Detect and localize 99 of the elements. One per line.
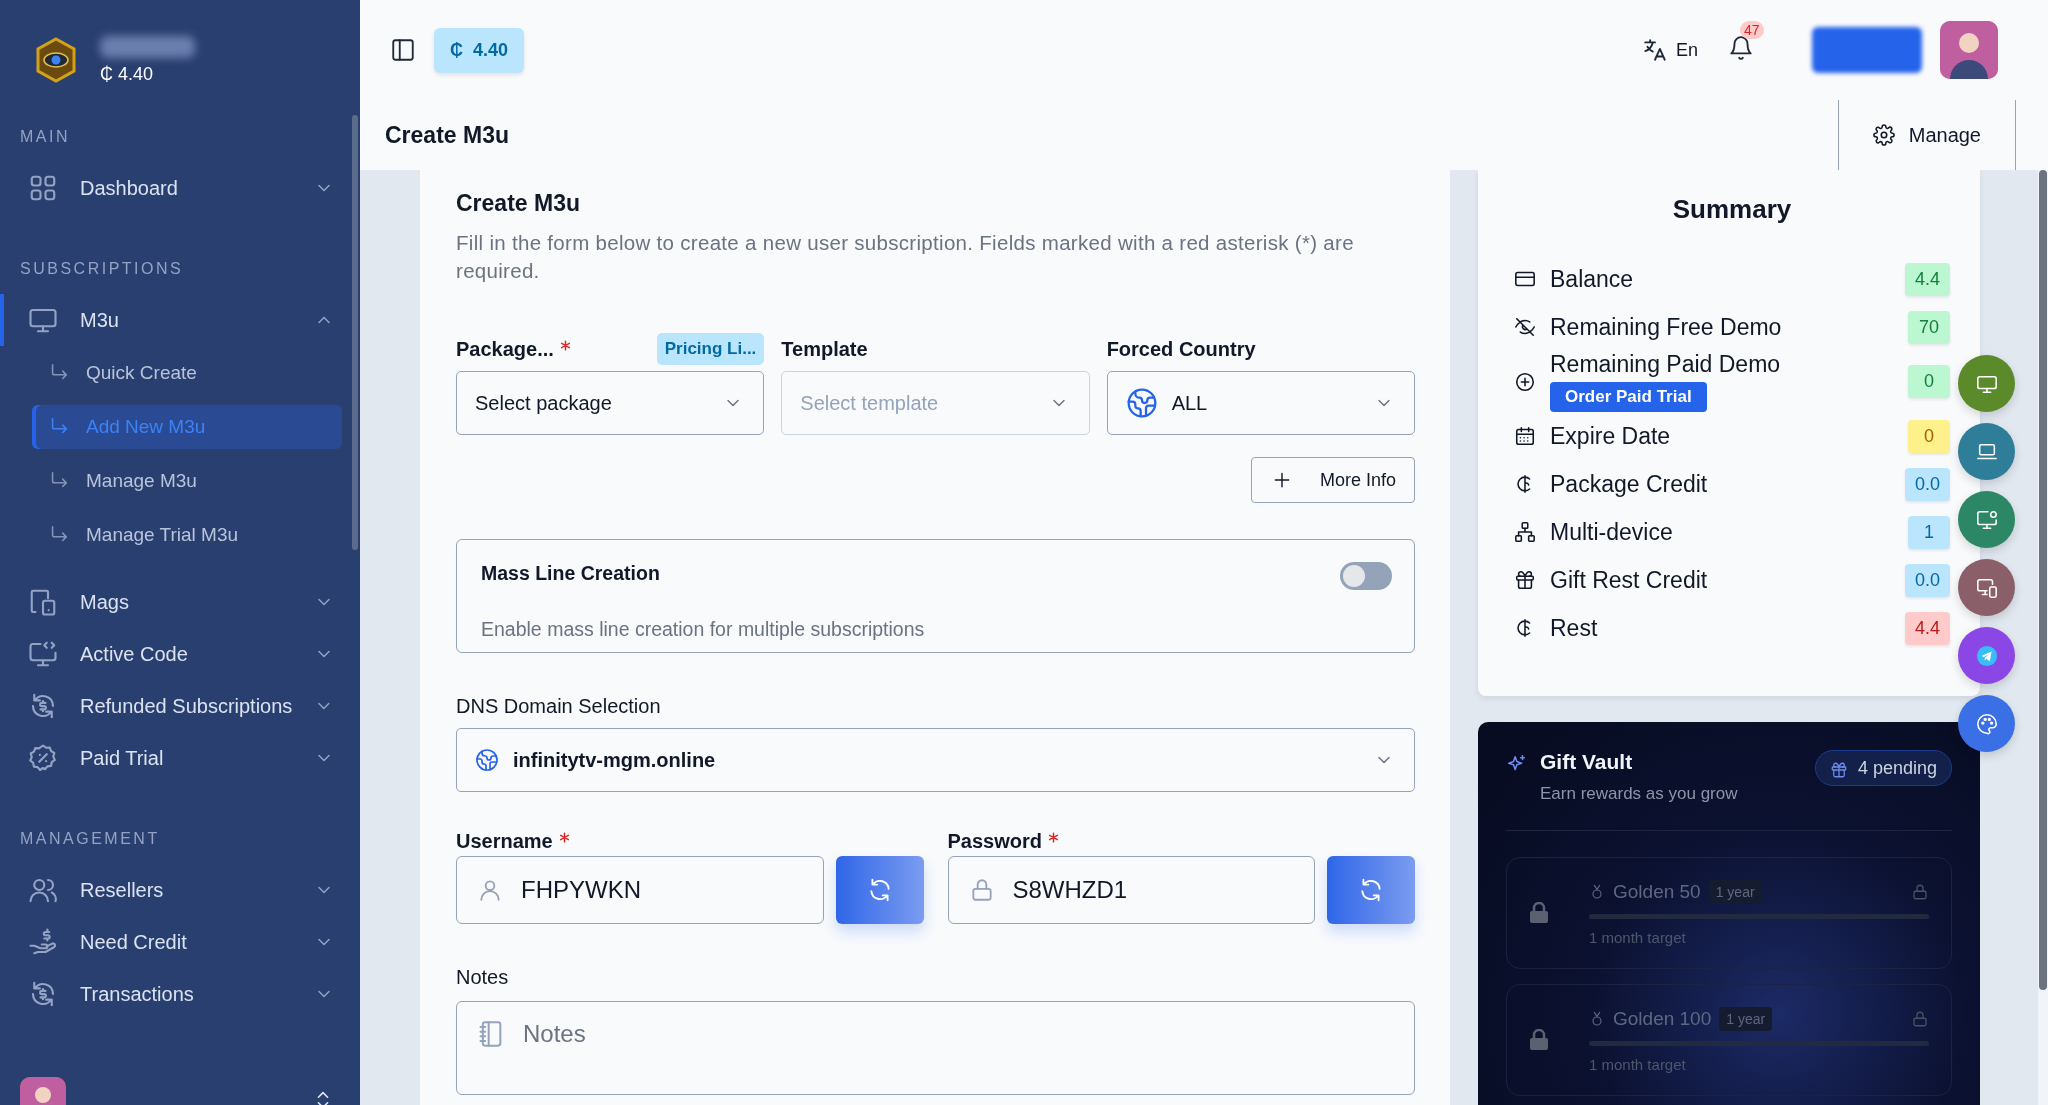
pending-badge: 4 pending (1814, 750, 1952, 786)
summary-value: 0.0 (1904, 467, 1950, 501)
credit-badge: ₵ 4.40 (434, 27, 525, 73)
nav-item[interactable]: Mags (0, 576, 354, 628)
settings-icon (1872, 124, 1895, 146)
page-title: Create M3u (385, 121, 510, 149)
section-heading: SUBSCRIPTIONS (19, 260, 185, 278)
network-icon (1514, 521, 1536, 543)
summary-title: Summary (1671, 194, 1793, 225)
summary-label: Multi-device (1550, 518, 1673, 546)
monitor-dot-icon (1975, 508, 1998, 531)
calendar-icon (1514, 425, 1536, 447)
reward-name: Golden 100 (1613, 1008, 1712, 1030)
country-select[interactable]: ALL (1106, 371, 1415, 435)
hand-coin-icon (28, 927, 58, 957)
monitor-code-icon (28, 639, 58, 669)
balance-text: ₵ 4.40 (100, 63, 155, 85)
devices-icon (1975, 576, 1998, 599)
field-label: Package... (456, 337, 554, 361)
field-label: Username (456, 829, 553, 853)
reward-target: 1 month target (1589, 1056, 1687, 1073)
nav-subitem[interactable]: Quick Create (32, 351, 342, 395)
nav-item[interactable]: Refunded Subscriptions (0, 680, 354, 732)
package-select[interactable]: Select package (456, 371, 765, 435)
field-label: DNS Domain Selection (456, 695, 662, 718)
panel-description: Enable mass line creation for multiple subscriptions (481, 617, 926, 642)
dns-select[interactable]: infinitytv-mgm.online (456, 728, 1415, 792)
panel-title: Mass Line Creation (481, 562, 661, 586)
pricing-link[interactable]: Pricing Li... (656, 333, 765, 365)
medal-icon (1589, 884, 1605, 900)
scrollbar[interactable] (2039, 170, 2047, 990)
send-icon (1975, 644, 1998, 667)
nav-item[interactable]: Dashboard (0, 162, 354, 214)
percent-badge-icon (28, 743, 58, 773)
summary-value: 1 (1908, 515, 1950, 549)
avatar-icon[interactable] (1940, 21, 1998, 79)
medal-icon (1589, 1011, 1605, 1027)
floating-button[interactable] (1958, 695, 2015, 752)
summary-value: 4.4 (1904, 262, 1950, 296)
summary-value: 0.0 (1904, 563, 1950, 597)
gift-icon (1829, 761, 1848, 779)
plus-circle-icon (1514, 370, 1536, 393)
lock-icon (1911, 883, 1929, 901)
summary-label: Remaining Paid Demo (1550, 351, 1781, 378)
nav-item[interactable]: Paid Trial (0, 732, 354, 784)
vault-title: Gift Vault (1540, 750, 1634, 774)
lock-icon (1911, 1010, 1929, 1028)
password-field[interactable]: S8WHZD1 (947, 856, 1315, 924)
more-info-button[interactable]: More Info (1250, 457, 1415, 503)
summary-label: Package Credit (1550, 470, 1708, 498)
nav-item[interactable]: M3u (0, 294, 354, 346)
username-field[interactable]: FHPYWKN (456, 856, 824, 924)
summary-label: Gift Rest Credit (1550, 566, 1708, 594)
summary-value: 0 (1908, 419, 1950, 453)
refresh-button[interactable] (1327, 856, 1415, 924)
nav-item[interactable]: Need Credit (0, 916, 354, 968)
notes-field[interactable]: Notes (456, 1001, 1415, 1095)
user-icon (477, 877, 503, 903)
scrollbar[interactable] (352, 115, 358, 550)
summary-label: Expire Date (1550, 422, 1671, 450)
field-label: Template (781, 337, 868, 361)
nav-subitem[interactable]: Manage M3u (32, 459, 342, 503)
form-title: Create M3u (456, 190, 581, 217)
summary-value: 70 (1908, 310, 1950, 344)
gift-icon (1514, 569, 1536, 591)
period-tag: 1 year (1719, 1007, 1773, 1031)
bell-icon (1728, 35, 1754, 61)
summary-label: Balance (1550, 265, 1634, 293)
field-label: Forced Country (1106, 337, 1256, 361)
form-description: Fill in the form below to create a new user subscription. Fields marked with a red asterisk (*) are required. (456, 230, 1355, 284)
sidebar-toggle-icon (390, 37, 416, 63)
summary-value: 0 (1908, 365, 1950, 398)
nav-subitem[interactable]: Manage Trial M3u (32, 513, 342, 557)
nav-item[interactable]: Active Code (0, 628, 354, 680)
field-label: Notes (456, 966, 510, 989)
refresh-button[interactable] (835, 856, 924, 924)
nav-item[interactable]: Resellers (0, 864, 354, 916)
section-heading: MANAGEMENT (19, 830, 161, 848)
dashboard-icon (28, 173, 58, 203)
reward-name: Golden 50 (1613, 881, 1701, 903)
vault-subtitle: Earn rewards as you grow (1540, 784, 1739, 804)
globe-icon (1125, 387, 1158, 419)
palette-icon (1975, 712, 1998, 735)
summary-label: Remaining Free Demo (1550, 313, 1782, 341)
globe-icon (475, 748, 499, 772)
eye-off-icon (1514, 316, 1536, 338)
field-label: Password (947, 829, 1042, 853)
language-label[interactable]: En (1675, 39, 1698, 61)
tablet-icon (28, 587, 58, 617)
notification-count: 47 (1740, 21, 1764, 39)
summary-label: Rest (1550, 614, 1598, 642)
section-heading: MAIN (19, 128, 71, 146)
toggle-switch[interactable] (1340, 562, 1392, 590)
nav-item[interactable]: Transactions (0, 968, 354, 1020)
period-tag: 1 year (1708, 880, 1762, 904)
order-trial-button[interactable]: Order Paid Trial (1550, 382, 1707, 412)
translate-icon (1641, 37, 1668, 63)
summary-value: 4.4 (1904, 611, 1950, 645)
reward-target: 1 month target (1589, 929, 1687, 946)
